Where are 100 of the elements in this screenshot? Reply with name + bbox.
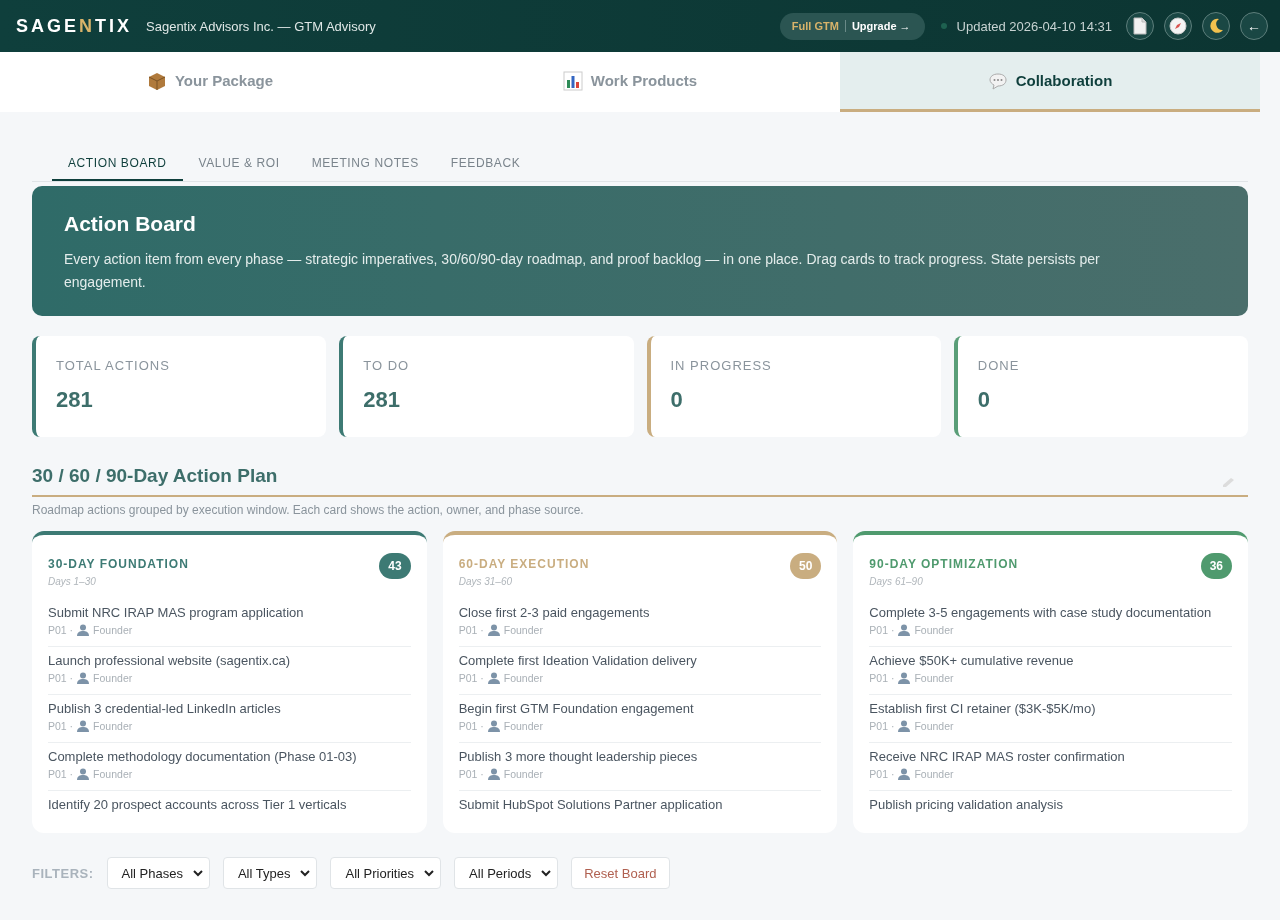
dark-mode-button[interactable] bbox=[1202, 12, 1230, 40]
filter-dropdown[interactable]: All Periods bbox=[454, 857, 559, 889]
section-title: 30 / 60 / 90-Day Action Plan bbox=[32, 465, 278, 487]
stat-value: 0 bbox=[977, 387, 991, 413]
column-days: Days 31–60 bbox=[458, 576, 590, 587]
filter-dropdown[interactable]: All Priorities bbox=[330, 857, 442, 889]
owner-label: Founder bbox=[503, 672, 543, 684]
phase-label: P01 · bbox=[458, 768, 484, 780]
phase-label: P01 · bbox=[458, 624, 484, 636]
status-dot-icon bbox=[940, 23, 947, 29]
filter-dropdown[interactable]: All Phases bbox=[106, 857, 210, 889]
person-icon bbox=[487, 720, 500, 732]
speech-bubble-icon bbox=[987, 70, 1008, 91]
person-icon bbox=[77, 768, 90, 780]
phase-label: P01 · bbox=[48, 720, 74, 732]
action-title: Launch professional website (sagentix.ca) bbox=[48, 653, 292, 668]
owner-label: Founder bbox=[914, 768, 954, 780]
stat-label: IN PROGRESS bbox=[670, 358, 773, 373]
action-title: Complete 3-5 engagements with case study documentation bbox=[869, 605, 1213, 620]
document-icon bbox=[1132, 17, 1148, 35]
bar-chart-icon bbox=[562, 70, 583, 91]
phase-label: P01 · bbox=[48, 624, 74, 636]
phase-label: P01 · bbox=[869, 672, 895, 684]
pencil-icon bbox=[1222, 477, 1236, 487]
column-title: 30-DAY FOUNDATION bbox=[48, 557, 189, 571]
owner-label: Founder bbox=[503, 624, 543, 636]
person-icon bbox=[487, 768, 500, 780]
action-title: Publish pricing validation analysis bbox=[869, 797, 1064, 812]
upgrade-button[interactable]: Upgrade → bbox=[845, 19, 917, 33]
owner-label: Founder bbox=[503, 720, 543, 732]
person-icon bbox=[487, 672, 500, 684]
back-button[interactable]: ← bbox=[1240, 12, 1268, 40]
action-title: Submit HubSpot Solutions Partner application bbox=[458, 797, 724, 812]
owner-label: Founder bbox=[914, 672, 954, 684]
action-title: Publish 3 credential-led LinkedIn articles bbox=[48, 701, 282, 716]
action-title: Establish first CI retainer ($3K-$5K/mo) bbox=[869, 701, 1097, 716]
count-badge: 36 bbox=[1200, 553, 1232, 579]
sub-tab[interactable]: ACTION BOARD bbox=[52, 148, 183, 181]
document-button[interactable] bbox=[1126, 12, 1154, 40]
stat-label: TO DO bbox=[363, 358, 411, 373]
phase-label: P01 · bbox=[458, 720, 484, 732]
stat-value: 281 bbox=[56, 387, 94, 413]
sub-tab[interactable]: MEETING NOTES bbox=[295, 148, 435, 181]
action-title: Receive NRC IRAP MAS roster confirmation bbox=[869, 749, 1126, 764]
column-title: 60-DAY EXECUTION bbox=[458, 557, 590, 571]
chevron-down-icon bbox=[541, 869, 552, 877]
plan-name: Full GTM bbox=[791, 20, 846, 32]
count-badge: 50 bbox=[789, 553, 822, 579]
stat-label: TOTAL ACTIONS bbox=[56, 358, 171, 373]
reset-board-button[interactable]: Reset Board bbox=[571, 857, 670, 889]
action-title: Close first 2-3 paid engagements bbox=[458, 605, 651, 620]
person-icon bbox=[898, 672, 911, 684]
box-icon bbox=[146, 70, 167, 91]
moon-icon bbox=[1207, 17, 1225, 35]
stat-value: 0 bbox=[670, 387, 684, 413]
banner-text: Every action item from every phase — strategic imperatives, 30/60/90-day roadmap, and proof backlog — in one place. Drag cards to track progress. State persists per engagement. bbox=[64, 250, 1101, 292]
owner-label: Founder bbox=[93, 672, 133, 684]
owner-label: Founder bbox=[93, 624, 133, 636]
action-title: Begin first GTM Foundation engagement bbox=[458, 701, 695, 716]
action-title: Identify 20 prospect accounts across Tier 1 verticals bbox=[48, 797, 348, 812]
column-title: 90-DAY OPTIMIZATION bbox=[869, 557, 1019, 571]
updated-time: Updated 2026-04-10 14:31 bbox=[956, 18, 1112, 34]
phase-label: P01 · bbox=[48, 672, 74, 684]
owner-label: Founder bbox=[93, 768, 133, 780]
section-subtitle: Roadmap actions grouped by execution window. Each card shows the action, owner, and phase source. bbox=[32, 503, 585, 517]
chevron-down-icon bbox=[300, 869, 311, 877]
compass-button[interactable] bbox=[1164, 12, 1192, 40]
person-icon bbox=[77, 720, 90, 732]
person-icon bbox=[898, 720, 911, 732]
company-name: Sagentix Advisors Inc. — GTM Advisory bbox=[146, 18, 376, 34]
main-tab[interactable]: Collaboration bbox=[840, 52, 1260, 112]
phase-label: P01 · bbox=[48, 768, 74, 780]
chevron-down-icon bbox=[424, 869, 435, 877]
sub-tab[interactable]: VALUE & ROI bbox=[182, 148, 296, 181]
filters-label: FILTERS: bbox=[32, 865, 94, 881]
phase-label: P01 · bbox=[869, 768, 895, 780]
count-badge: 43 bbox=[379, 553, 411, 579]
owner-label: Founder bbox=[503, 768, 543, 780]
person-icon bbox=[898, 768, 911, 780]
phase-label: P01 · bbox=[458, 672, 484, 684]
action-title: Achieve $50K+ cumulative revenue bbox=[869, 653, 1075, 668]
person-icon bbox=[898, 624, 911, 636]
stat-value: 281 bbox=[363, 387, 401, 413]
owner-label: Founder bbox=[914, 624, 954, 636]
action-title: Complete first Ideation Validation delivery bbox=[458, 653, 698, 668]
compass-icon bbox=[1169, 17, 1187, 35]
owner-label: Founder bbox=[93, 720, 133, 732]
phase-label: P01 · bbox=[869, 624, 895, 636]
chevron-down-icon bbox=[192, 869, 203, 877]
banner-title: Action Board bbox=[64, 212, 197, 236]
owner-label: Founder bbox=[914, 720, 954, 732]
phase-label: P01 · bbox=[869, 720, 895, 732]
action-title: Complete methodology documentation (Phase 01-03) bbox=[48, 749, 358, 764]
person-icon bbox=[487, 624, 500, 636]
filter-dropdown[interactable]: All Types bbox=[222, 857, 318, 889]
logo: SAGE N TIX bbox=[16, 15, 133, 37]
sub-tab[interactable]: FEEDBACK bbox=[434, 148, 537, 181]
person-icon bbox=[77, 624, 90, 636]
column-days: Days 1–30 bbox=[48, 576, 189, 587]
person-icon bbox=[77, 672, 90, 684]
